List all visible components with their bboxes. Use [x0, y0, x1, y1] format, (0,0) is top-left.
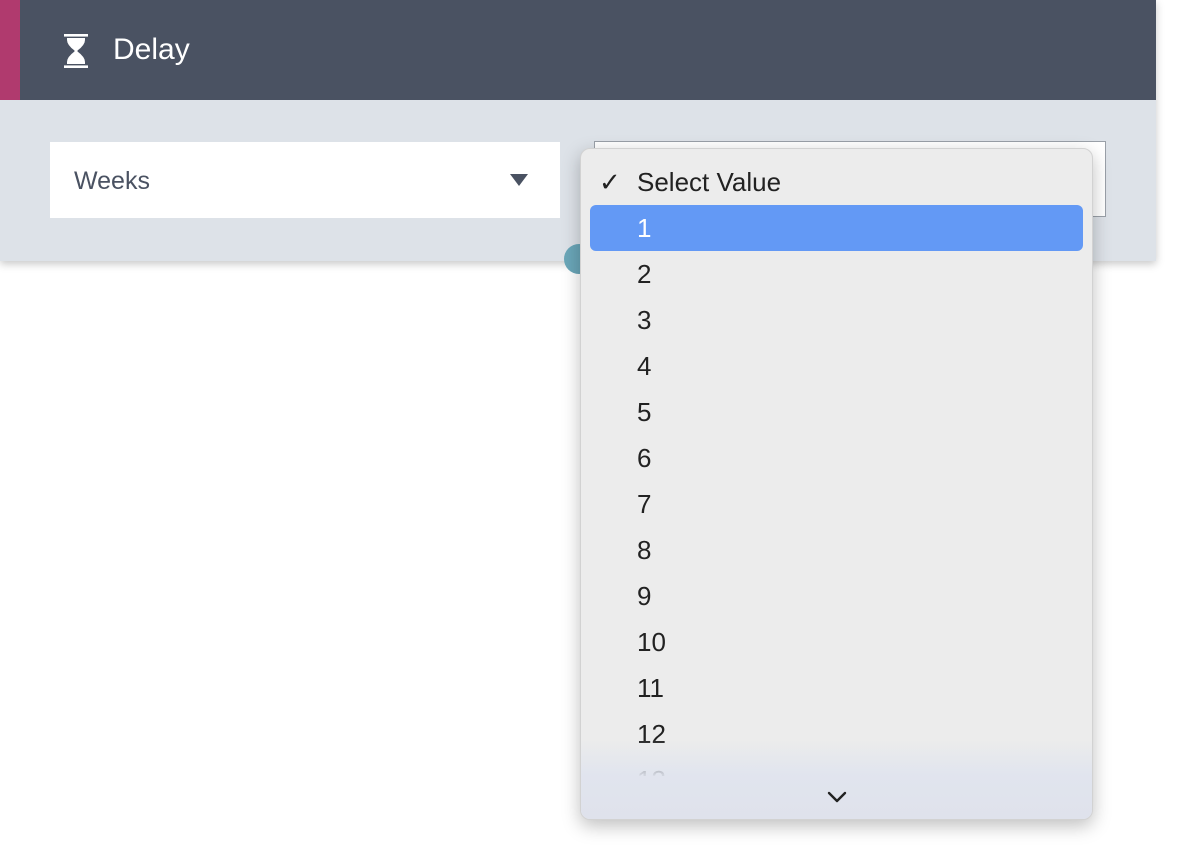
dropdown-option-label: 6 — [637, 443, 652, 473]
chevron-down-icon[interactable] — [826, 789, 848, 805]
time-unit-select[interactable]: Weeks — [50, 142, 560, 218]
card-header: Delay — [0, 0, 1156, 100]
dropdown-option[interactable]: 9 — [590, 573, 1083, 619]
dropdown-option[interactable]: 4 — [590, 343, 1083, 389]
dropdown-option-label: 3 — [637, 305, 652, 335]
dropdown-option-label: 2 — [637, 259, 652, 289]
dropdown-option[interactable]: 10 — [590, 619, 1083, 665]
dropdown-option-label: 8 — [637, 535, 652, 565]
dropdown-option[interactable]: 3 — [590, 297, 1083, 343]
dropdown-option-label: 5 — [637, 397, 652, 427]
dropdown-option[interactable]: 5 — [590, 389, 1083, 435]
dropdown-scroll-fade — [581, 739, 1092, 819]
dropdown-option[interactable]: 7 — [590, 481, 1083, 527]
time-unit-select-value: Weeks — [74, 167, 150, 195]
hourglass-icon — [64, 34, 88, 68]
dropdown-option-list: ✓Select Value12345678910111213 — [581, 159, 1092, 776]
dropdown-option[interactable]: 11 — [590, 665, 1083, 711]
checkmark-icon: ✓ — [599, 167, 621, 197]
dropdown-option[interactable]: 6 — [590, 435, 1083, 481]
header-accent-bar — [0, 0, 20, 100]
dropdown-option-label: 10 — [637, 627, 666, 657]
dropdown-option[interactable]: 8 — [590, 527, 1083, 573]
caret-down-icon — [510, 174, 528, 186]
dropdown-option-label: 1 — [637, 213, 652, 243]
dropdown-option-label: 9 — [637, 581, 652, 611]
dropdown-option[interactable]: 2 — [590, 251, 1083, 297]
value-dropdown-menu[interactable]: ✓Select Value12345678910111213 — [580, 148, 1093, 820]
dropdown-option-label: 4 — [637, 351, 652, 381]
dropdown-option[interactable]: 1 — [590, 205, 1083, 251]
header-title: Delay — [113, 33, 190, 66]
dropdown-option[interactable]: ✓ Select Value — [590, 159, 1083, 205]
dropdown-option-label: 7 — [637, 489, 652, 519]
dropdown-option-label: Select Value — [637, 167, 782, 197]
dropdown-option-label: 11 — [637, 673, 664, 703]
